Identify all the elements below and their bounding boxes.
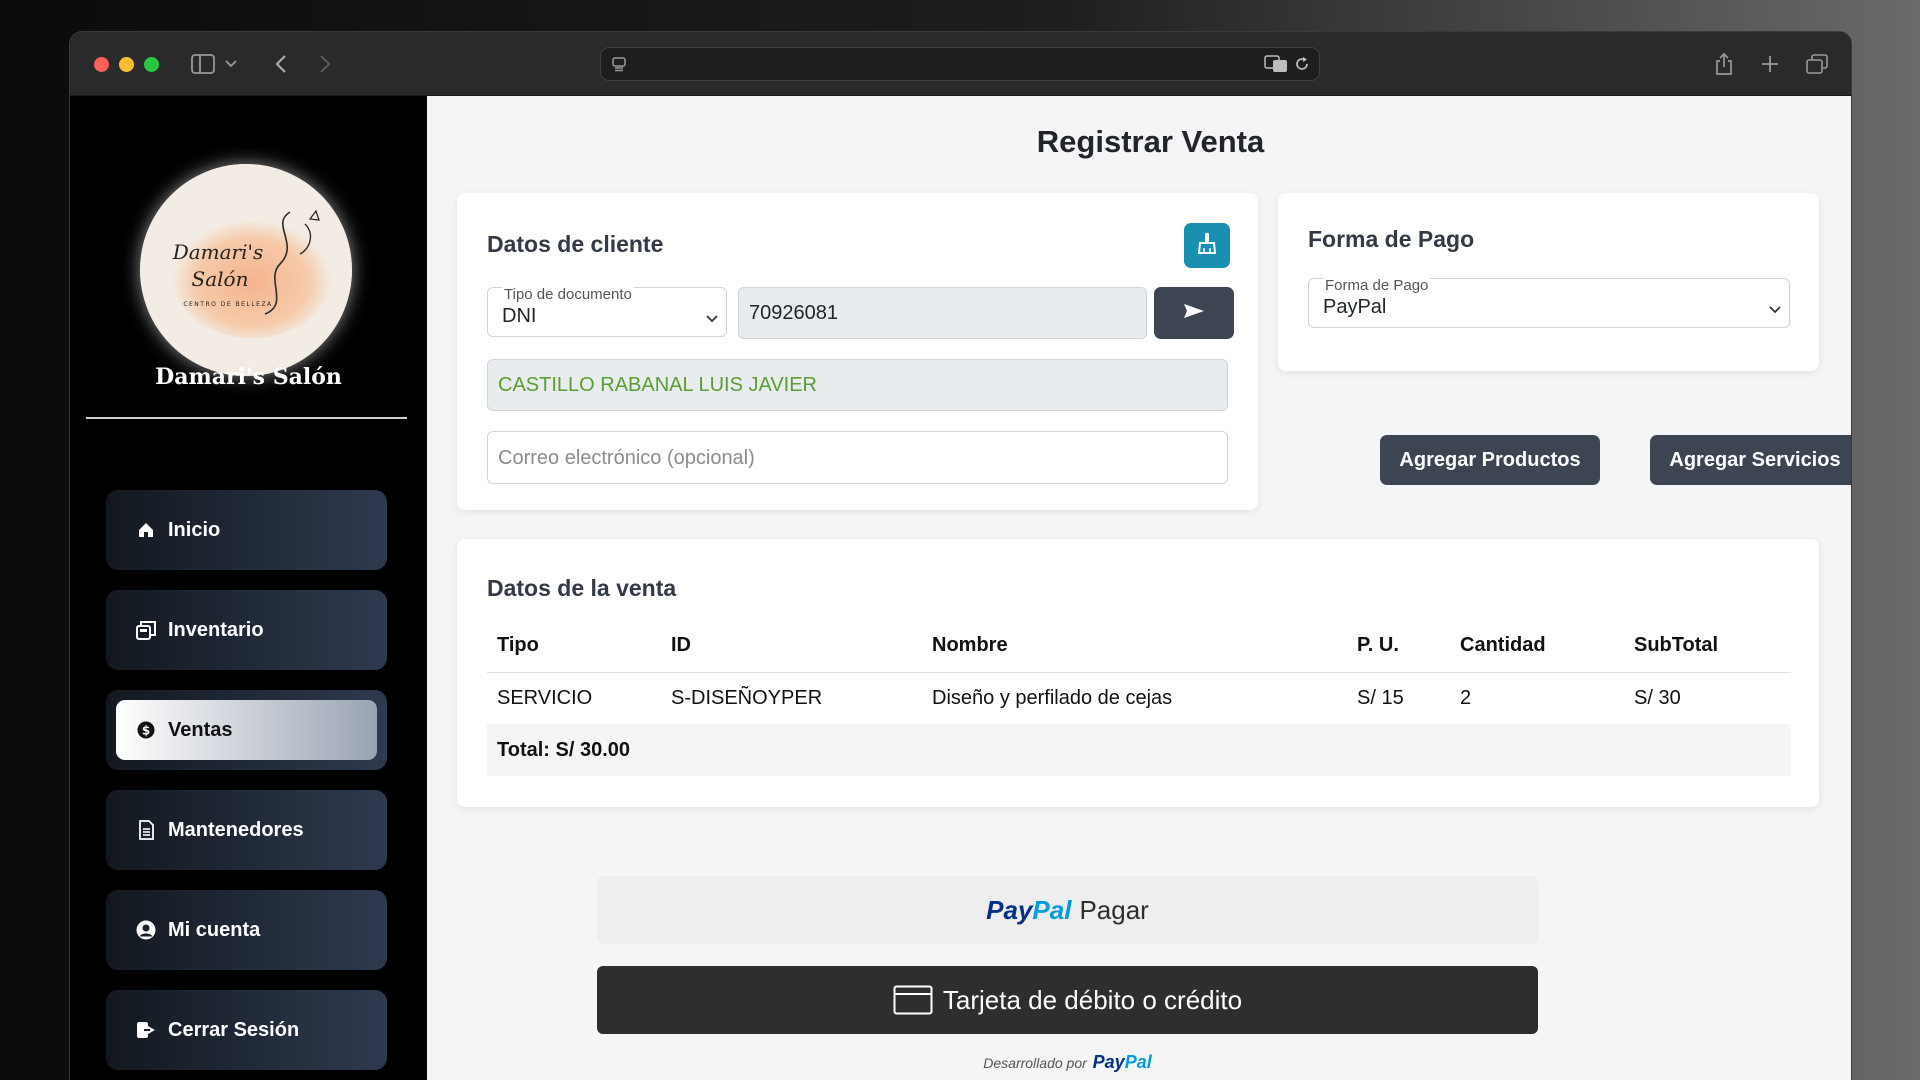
- table-cell: 2: [1450, 672, 1624, 725]
- close-window-button[interactable]: [94, 57, 109, 72]
- sidebar-item-label: Cerrar Sesión: [168, 1018, 300, 1041]
- page-title: Registrar Venta: [1036, 124, 1265, 159]
- column-header: P. U.: [1347, 620, 1450, 673]
- main-content: Registrar Venta Datos de cliente Tipo de…: [427, 96, 1851, 1080]
- sidebar-item-label: Inicio: [168, 518, 221, 541]
- payment-card-title: Forma de Pago: [1308, 226, 1475, 252]
- table-cell: S/ 30: [1624, 672, 1791, 725]
- salon-logo: Damari's Salón CENTRO DE BELLEZA: [140, 164, 352, 376]
- table-cell: S/ 15: [1347, 672, 1450, 725]
- powered-by-paypal: Desarrollado por PayPal: [597, 1052, 1538, 1073]
- payment-method-select[interactable]: Forma de Pago PayPal: [1308, 277, 1790, 328]
- sidebar-item-label: Mantenedores: [168, 818, 304, 841]
- reload-icon[interactable]: [1291, 54, 1313, 74]
- logout-icon: [136, 1020, 156, 1040]
- table-cell: S-DISEÑOYPER: [661, 672, 922, 725]
- home-icon: [136, 520, 156, 540]
- sidebar-item-cerrar-sesion[interactable]: Cerrar Sesión: [106, 990, 387, 1070]
- inventory-icon: [136, 620, 156, 640]
- document-type-value: DNI: [502, 305, 537, 327]
- sidebar-item-mantenedores[interactable]: Mantenedores: [106, 790, 387, 870]
- search-document-button[interactable]: [1154, 287, 1234, 339]
- browser-window: Damari's Salón CENTRO DE BELLEZA Damari'…: [70, 32, 1851, 1080]
- chevron-down-icon: [706, 306, 718, 329]
- divider: [86, 417, 407, 419]
- svg-text:$: $: [142, 724, 150, 738]
- sidebar-item-inventario[interactable]: Inventario: [106, 590, 387, 670]
- client-name-field: CASTILLO RABANAL LUIS JAVIER: [487, 359, 1228, 411]
- share-icon[interactable]: [1712, 50, 1736, 78]
- back-icon[interactable]: [270, 52, 292, 76]
- sidebar-toggle-icon[interactable]: [190, 52, 216, 76]
- add-services-button[interactable]: Agregar Servicios: [1650, 435, 1851, 485]
- column-header: Cantidad: [1450, 620, 1624, 673]
- chevron-down-icon[interactable]: [222, 54, 240, 74]
- table-header-row: Tipo ID Nombre P. U. Cantidad SubTotal: [487, 620, 1791, 673]
- paypal-logo: PayPal: [986, 894, 1072, 925]
- client-card: Datos de cliente Tipo de documento DNI 7…: [457, 193, 1258, 510]
- email-placeholder: Correo electrónico (opcional): [498, 447, 755, 469]
- debit-credit-card-button[interactable]: Tarjeta de débito o crédito: [597, 966, 1538, 1034]
- document-type-select[interactable]: Tipo de documento DNI: [487, 286, 727, 337]
- brand-name: Damari's Salón: [155, 364, 342, 390]
- address-bar[interactable]: [600, 47, 1320, 81]
- sidebar-item-mi-cuenta[interactable]: Mi cuenta: [106, 890, 387, 970]
- user-circle-icon: [136, 920, 156, 940]
- sale-table: Tipo ID Nombre P. U. Cantidad SubTotal S…: [487, 620, 1791, 725]
- sidebar-item-label: Ventas: [168, 718, 233, 741]
- column-header: Nombre: [922, 620, 1347, 673]
- browser-toolbar: [70, 32, 1851, 96]
- client-card-title: Datos de cliente: [487, 231, 664, 257]
- powered-by-text: Desarrollado por: [983, 1055, 1087, 1071]
- paypal-logo-small: PayPal: [1092, 1052, 1152, 1072]
- dollar-icon: $: [136, 720, 156, 740]
- sidebar-item-label: Inventario: [168, 618, 264, 641]
- sale-card-title: Datos de la venta: [487, 575, 677, 601]
- minimize-window-button[interactable]: [119, 57, 134, 72]
- svg-text:Salón: Salón: [192, 267, 249, 291]
- credit-card-icon: [893, 985, 933, 1015]
- table-cell: Diseño y perfilado de cejas: [922, 672, 1347, 725]
- add-products-button[interactable]: Agregar Productos: [1380, 435, 1600, 485]
- email-field[interactable]: Correo electrónico (opcional): [487, 431, 1228, 484]
- broom-icon: [1197, 232, 1217, 259]
- column-header: SubTotal: [1624, 620, 1791, 673]
- active-highlight: $ Ventas: [116, 700, 377, 760]
- document-type-label: Tipo de documento: [502, 286, 634, 303]
- new-tab-icon[interactable]: [1758, 52, 1782, 76]
- column-header: Tipo: [487, 620, 661, 673]
- forward-icon[interactable]: [314, 52, 336, 76]
- svg-text:Damari's: Damari's: [172, 240, 264, 264]
- table-cell: SERVICIO: [487, 672, 661, 725]
- column-header: ID: [661, 620, 922, 673]
- table-row: SERVICIO S-DISEÑOYPER Diseño y perfilado…: [487, 672, 1791, 725]
- clear-button[interactable]: [1184, 223, 1230, 268]
- client-name-value: CASTILLO RABANAL LUIS JAVIER: [498, 374, 817, 396]
- document-number-value: 70926081: [749, 302, 838, 324]
- paypal-pay-button[interactable]: PayPal Pagar: [597, 876, 1538, 944]
- maximize-window-button[interactable]: [144, 57, 159, 72]
- document-number-input[interactable]: 70926081: [738, 287, 1147, 339]
- translate-icon[interactable]: [1263, 54, 1289, 74]
- card-button-label: Tarjeta de débito o crédito: [942, 984, 1243, 1015]
- sidebar-item-ventas[interactable]: $ Ventas: [106, 690, 387, 770]
- total-row: Total: S/ 30.00: [487, 724, 1791, 776]
- total-value: Total: S/ 30.00: [497, 738, 631, 761]
- tab-overview-icon[interactable]: [1804, 52, 1830, 76]
- svg-text:CENTRO DE BELLEZA: CENTRO DE BELLEZA: [183, 301, 272, 308]
- page-settings-icon[interactable]: [609, 54, 629, 74]
- payment-card: Forma de Pago Forma de Pago PayPal: [1278, 193, 1819, 371]
- sidebar-item-inicio[interactable]: Inicio: [106, 490, 387, 570]
- sale-card: Datos de la venta Tipo ID Nombre P. U. C…: [457, 539, 1819, 807]
- payment-method-label: Forma de Pago: [1323, 277, 1431, 294]
- paypal-pay-label: Pagar: [1079, 894, 1149, 925]
- sidebar: Damari's Salón CENTRO DE BELLEZA Damari'…: [70, 96, 427, 1080]
- send-icon: [1183, 302, 1205, 325]
- sidebar-item-label: Mi cuenta: [168, 918, 261, 941]
- document-icon: [136, 820, 156, 840]
- chevron-down-icon: [1769, 297, 1781, 320]
- payment-method-value: PayPal: [1323, 296, 1387, 318]
